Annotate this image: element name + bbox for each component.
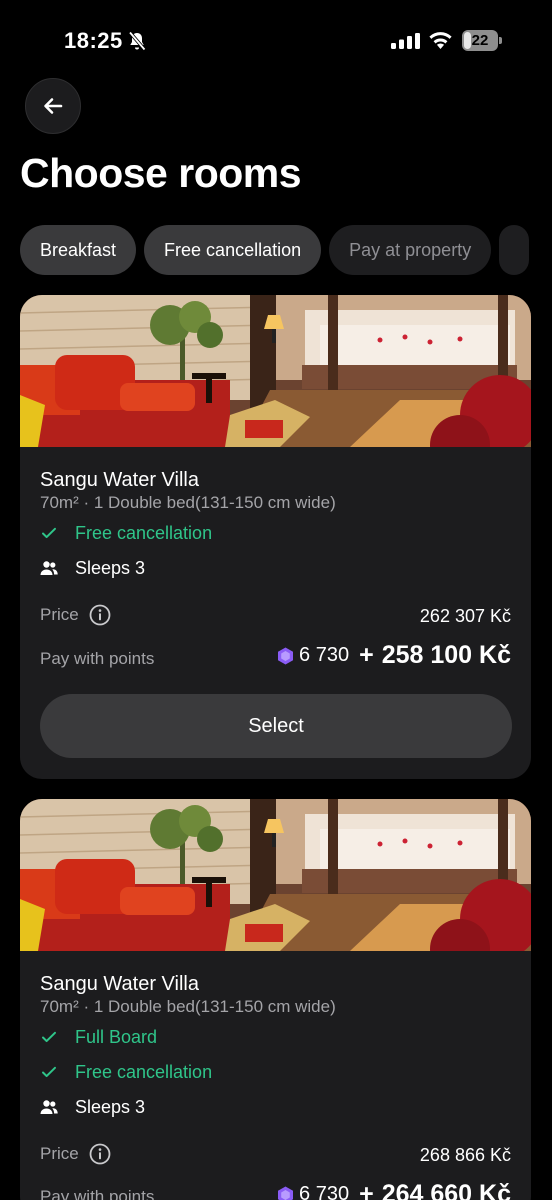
feature-sleeps: Sleeps 3 (40, 556, 145, 580)
filter-chips: Breakfast Free cancellation Pay at propert… (20, 225, 552, 277)
price-value: 268 866 Kč (419, 1145, 511, 1165)
wifi-icon (429, 32, 452, 49)
people-icon (40, 561, 58, 575)
points-hex-icon (278, 647, 294, 664)
points-price: 6 730 + 258 100 Kč (277, 641, 511, 670)
points-amount: 6 730 (299, 644, 350, 666)
back-button[interactable] (25, 78, 81, 134)
points-plus: + (359, 641, 374, 669)
price-value: 262 307 Kč (419, 606, 511, 626)
points-cash-amount: 264 660 Kč (381, 1180, 511, 1200)
info-icon[interactable] (89, 1143, 111, 1165)
feature-sleeps: Sleeps 3 (40, 1095, 145, 1119)
points-label: Pay with points (40, 1187, 155, 1200)
room-card[interactable]: Sangu Water Villa 70m² · 1 Double bed(13… (20, 295, 531, 779)
page-title: Choose rooms (20, 150, 302, 196)
people-icon (40, 1100, 58, 1114)
feature-free-cancellation: Free cancellation (40, 1060, 212, 1084)
points-label: Pay with points (40, 649, 155, 668)
feature-label: Free cancellation (75, 1061, 213, 1082)
points-hex-icon (278, 1186, 294, 1200)
status-bar: 18:25 22 (0, 0, 552, 82)
check-icon (42, 1066, 56, 1078)
status-time: 18:25 (64, 28, 123, 53)
select-button[interactable]: Select (40, 694, 512, 758)
points-amount: 6 730 (299, 1183, 350, 1200)
room-card[interactable]: Sangu Water Villa 70m² · 1 Double bed(13… (20, 799, 531, 1200)
bell-slash-icon (128, 31, 146, 51)
price-label: Price (40, 605, 79, 624)
room-details: 70m² · 1 Double bed(131-150 cm wide) (40, 493, 336, 512)
room-details: 70m² · 1 Double bed(131-150 cm wide) (40, 997, 336, 1016)
room-image (20, 295, 531, 447)
feature-full-board: Full Board (40, 1025, 157, 1049)
sleeps-label: Sleeps 3 (75, 1096, 146, 1117)
room-image (20, 799, 531, 951)
room-name: Sangu Water Villa (40, 469, 199, 491)
room-name: Sangu Water Villa (40, 973, 199, 995)
check-icon (42, 1031, 56, 1043)
feature-free-cancellation: Free cancellation (40, 521, 212, 545)
points-plus: + (359, 1180, 374, 1200)
price-label-row: Price (40, 604, 111, 626)
filter-chip-free-cancellation[interactable]: Free cancellation (144, 225, 322, 275)
filter-chip-breakfast[interactable]: Breakfast (20, 225, 137, 275)
price-label-row: Price (40, 1143, 111, 1165)
filter-chip-pay-at-property[interactable]: Pay at property (329, 225, 492, 275)
battery-percent: 22 (471, 32, 489, 49)
filter-chip-more[interactable] (499, 225, 530, 275)
signal-icon (391, 33, 420, 49)
check-icon (42, 527, 56, 539)
back-arrow-icon (44, 98, 63, 114)
battery-icon: 22 (462, 30, 502, 51)
feature-label: Full Board (75, 1026, 158, 1047)
price-label: Price (40, 1144, 79, 1163)
info-icon[interactable] (89, 604, 111, 626)
feature-label: Free cancellation (75, 522, 213, 543)
points-price: 6 730 + 264 660 Kč (277, 1180, 511, 1200)
sleeps-label: Sleeps 3 (75, 557, 146, 578)
points-cash-amount: 258 100 Kč (381, 641, 511, 669)
